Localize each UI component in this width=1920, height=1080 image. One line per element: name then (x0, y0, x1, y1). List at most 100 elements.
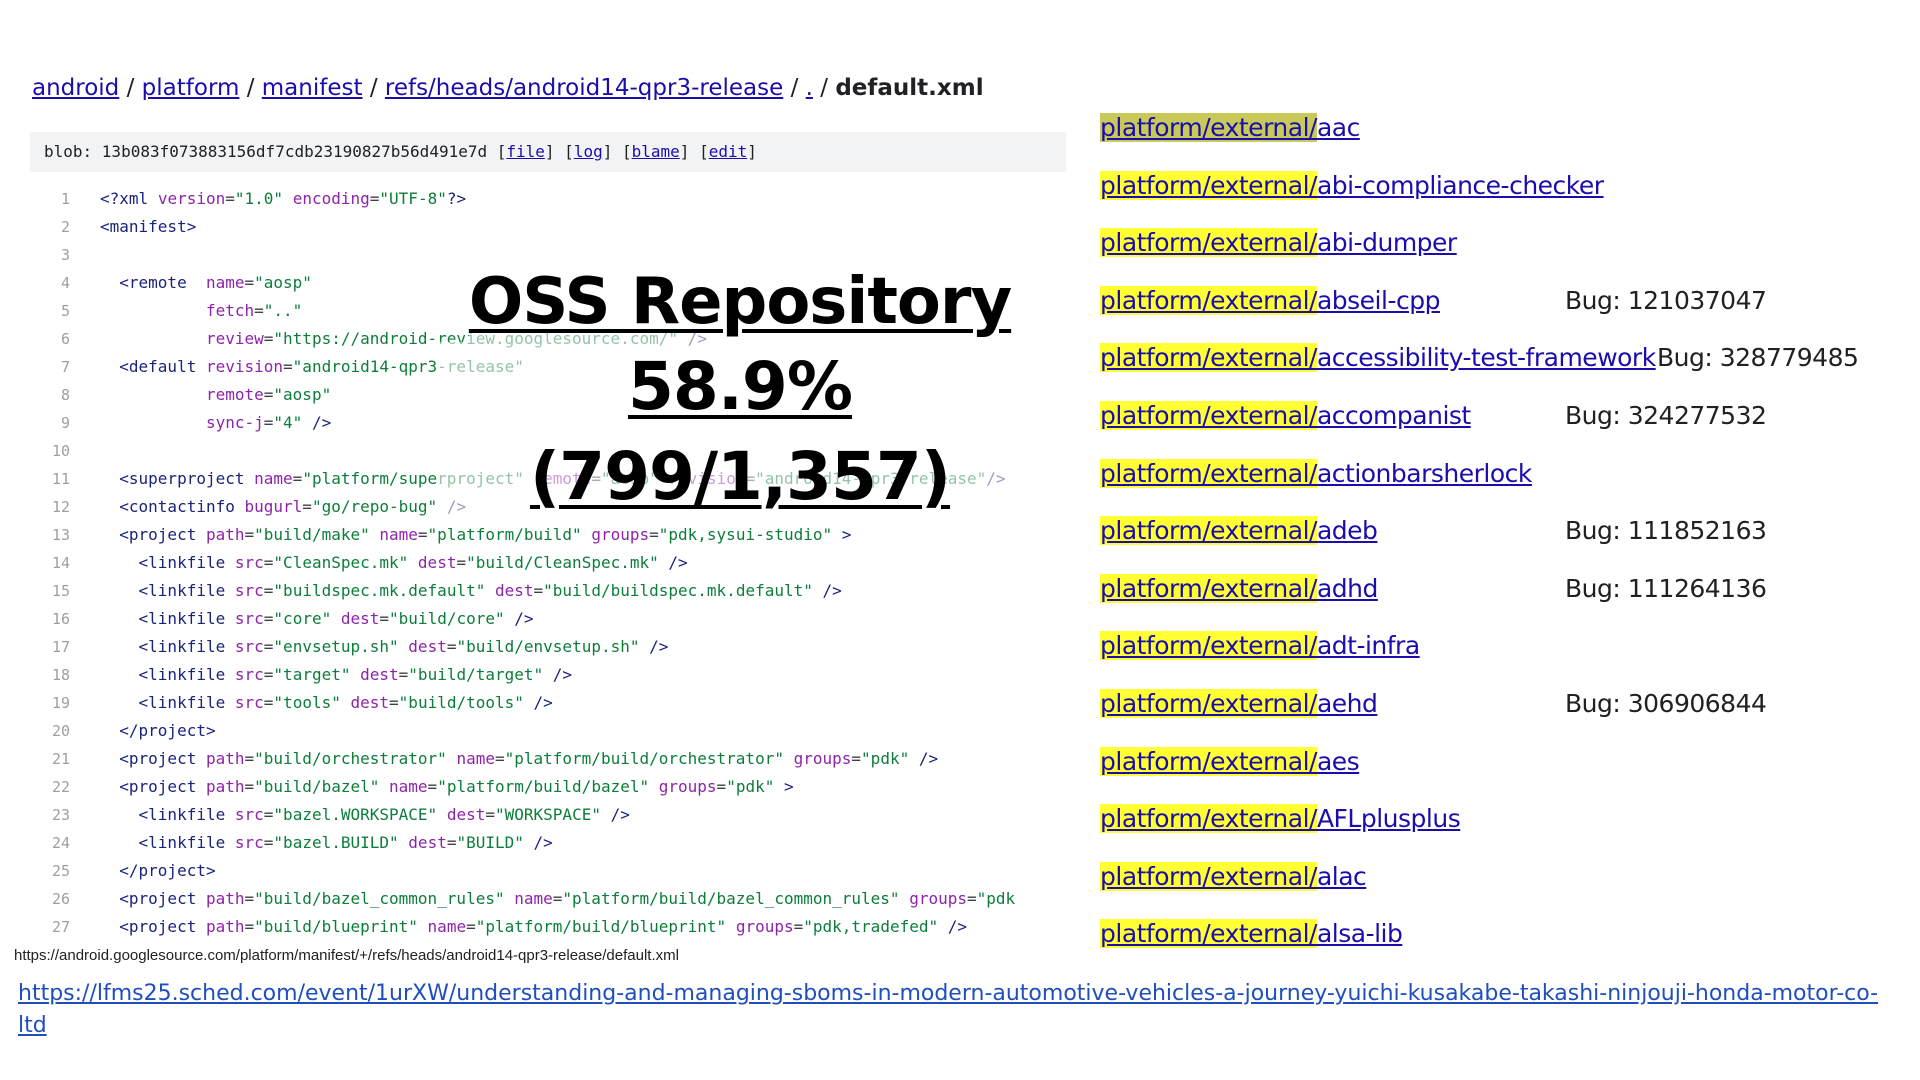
code-text: review="https://android-review.googlesou… (205, 329, 707, 348)
code-text: fetch=".." (205, 301, 303, 320)
line-number[interactable]: 17 (30, 633, 100, 661)
code-line: 22 <project path="build/bazel" name="pla… (30, 773, 1070, 801)
repo-item[interactable]: platform/external/adt-infra (1100, 626, 1420, 666)
repo-name-link[interactable]: adt-infra (1317, 631, 1420, 660)
breadcrumb-platform[interactable]: platform (142, 75, 240, 101)
log-link[interactable]: log (574, 142, 603, 161)
line-number[interactable]: 8 (30, 381, 100, 409)
repo-name-link[interactable]: actionbarsherlock (1317, 459, 1532, 488)
code-text: <project path="build/orchestrator" name=… (119, 749, 939, 768)
repo-item[interactable]: platform/external/abi-compliance-checker (1100, 166, 1604, 206)
line-number[interactable]: 10 (30, 437, 100, 465)
repo-name-link[interactable]: abi-compliance-checker (1317, 171, 1604, 200)
line-number[interactable]: 22 (30, 773, 100, 801)
repo-name-link[interactable]: adhd (1317, 574, 1378, 603)
code-line: 25 </project> (30, 857, 1070, 885)
code-text: <project path="build/make" name="platfor… (119, 525, 852, 544)
line-number[interactable]: 27 (30, 913, 100, 940)
repo-prefix-highlight[interactable]: platform/external/ (1100, 285, 1317, 315)
line-number[interactable]: 20 (30, 717, 100, 745)
repo-name-link[interactable]: accompanist (1317, 401, 1471, 430)
blob-hash: blob: 13b083f073883156df7cdb23190827b56d… (44, 142, 488, 161)
repo-name-link[interactable]: abseil-cpp (1317, 286, 1441, 315)
line-number[interactable]: 21 (30, 745, 100, 773)
repo-prefix-highlight[interactable]: platform/external/ (1100, 804, 1317, 834)
line-number[interactable]: 19 (30, 689, 100, 717)
code-line: 6 review="https://android-review.googles… (30, 325, 1070, 353)
repo-prefix-highlight[interactable]: platform/external/ (1100, 573, 1317, 603)
line-number[interactable]: 9 (30, 409, 100, 437)
repo-prefix-highlight[interactable]: platform/external/ (1100, 861, 1317, 891)
repo-name-link[interactable]: accessibility-test-framework (1317, 343, 1656, 372)
line-number[interactable]: 1 (30, 185, 100, 213)
line-number[interactable]: 13 (30, 521, 100, 549)
repo-name-link[interactable]: AFLplusplus (1317, 804, 1461, 833)
code-text: <linkfile src="bazel.BUILD" dest="BUILD"… (138, 833, 553, 852)
line-number[interactable]: 7 (30, 353, 100, 381)
repo-item[interactable]: platform/external/actionbarsherlock (1100, 454, 1532, 494)
repo-item[interactable]: platform/external/alac (1100, 857, 1367, 897)
line-number[interactable]: 26 (30, 885, 100, 913)
line-number[interactable]: 14 (30, 549, 100, 577)
repo-name-link[interactable]: adeb (1317, 516, 1378, 545)
breadcrumb-branch[interactable]: refs/heads/android14-qpr3-release (385, 75, 783, 101)
repo-prefix-highlight[interactable]: platform/external/ (1100, 516, 1317, 546)
repo-item[interactable]: platform/external/abseil-cpp Bug: 1210370… (1100, 281, 1767, 321)
line-number[interactable]: 16 (30, 605, 100, 633)
repo-item[interactable]: platform/external/AFLplusplus (1100, 799, 1461, 839)
file-link[interactable]: file (506, 142, 545, 161)
repo-name-link[interactable]: abi-dumper (1317, 228, 1457, 257)
repo-name-link[interactable]: aes (1317, 747, 1360, 776)
line-number[interactable]: 3 (30, 241, 100, 269)
repo-prefix-highlight[interactable]: platform/external/ (1100, 458, 1317, 488)
line-number[interactable]: 15 (30, 577, 100, 605)
repo-item[interactable]: platform/external/aes (1100, 742, 1360, 782)
breadcrumb-dot[interactable]: . (806, 75, 813, 101)
breadcrumb-manifest[interactable]: manifest (262, 75, 363, 101)
repo-item[interactable]: platform/external/accompanist Bug: 324277… (1100, 396, 1767, 436)
repo-name-link[interactable]: aehd (1317, 689, 1378, 718)
repo-prefix-highlight[interactable]: platform/external/ (1100, 689, 1317, 718)
repo-prefix-highlight[interactable]: platform/external/ (1100, 631, 1317, 661)
line-number[interactable]: 12 (30, 493, 100, 521)
line-number[interactable]: 5 (30, 297, 100, 325)
code-line: 5 fetch=".." (30, 297, 1070, 325)
line-number[interactable]: 25 (30, 857, 100, 885)
repo-item[interactable]: platform/external/adhd Bug: 111264136 (1100, 569, 1767, 609)
code-line: 11 <superproject name="platform/superpro… (30, 465, 1070, 493)
repo-prefix-highlight[interactable]: platform/external/ (1100, 401, 1317, 430)
breadcrumb-separator: / (820, 75, 829, 101)
line-number[interactable]: 2 (30, 213, 100, 241)
repo-prefix-highlight[interactable]: platform/external/ (1100, 228, 1317, 258)
repo-name-link[interactable]: alac (1317, 862, 1367, 891)
line-number[interactable]: 23 (30, 801, 100, 829)
code-line: 4 <remote name="aosp" (30, 269, 1070, 297)
repo-prefix-highlight[interactable]: platform/external/ (1100, 170, 1317, 200)
repo-item[interactable]: platform/external/abi-dumper (1100, 223, 1457, 263)
repo-item[interactable]: platform/external/aehd Bug: 306906844 (1100, 684, 1767, 724)
repo-name-link[interactable]: alsa-lib (1317, 919, 1403, 948)
code-text: <linkfile src="target" dest="build/targe… (138, 665, 573, 684)
repo-name-link[interactable]: aac (1317, 113, 1360, 142)
blame-link[interactable]: blame (632, 142, 680, 161)
breadcrumb-android[interactable]: android (32, 75, 119, 101)
repo-item[interactable]: platform/external/adeb Bug: 111852163 (1100, 511, 1767, 551)
code-text: <linkfile src="envsetup.sh" dest="build/… (138, 637, 669, 656)
line-number[interactable]: 24 (30, 829, 100, 857)
footer-event-link[interactable]: https://lfms25.sched.com/event/1urXW/und… (18, 981, 1878, 1038)
repo-prefix-highlight[interactable]: platform/external/ (1100, 746, 1317, 776)
repo-prefix-highlight[interactable]: platform/external/ (1100, 919, 1317, 949)
line-number[interactable]: 4 (30, 269, 100, 297)
repo-item[interactable]: platform/external/alsa-lib (1100, 914, 1403, 954)
line-number[interactable]: 6 (30, 325, 100, 353)
repo-item[interactable]: platform/external/accessibility-test-fra… (1100, 338, 1859, 378)
repo-prefix-highlight[interactable]: platform/external/ (1100, 343, 1317, 373)
repo-item[interactable]: platform/external/aac (1100, 108, 1360, 148)
code-line: 16 <linkfile src="core" dest="build/core… (30, 605, 1070, 633)
line-number[interactable]: 18 (30, 661, 100, 689)
edit-link[interactable]: edit (709, 142, 748, 161)
repo-prefix-highlight[interactable]: platform/external/ (1100, 113, 1317, 142)
code-line: 26 <project path="build/bazel_common_rul… (30, 885, 1070, 913)
line-number[interactable]: 11 (30, 465, 100, 493)
code-text: <superproject name="platform/superprojec… (119, 469, 1006, 488)
